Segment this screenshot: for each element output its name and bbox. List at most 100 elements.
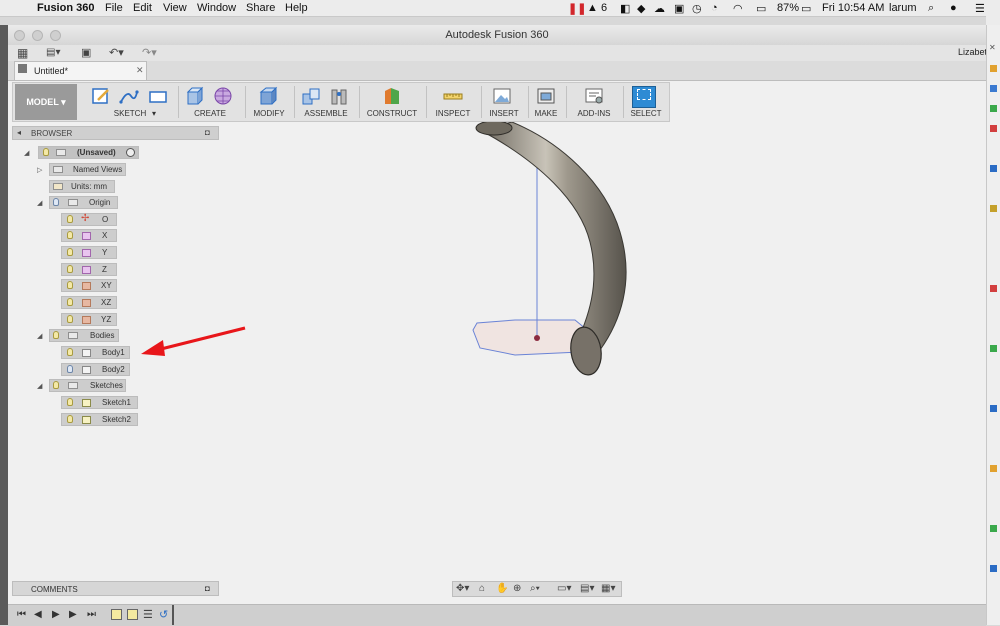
redo-icon[interactable]: ↷▾: [142, 46, 157, 59]
modify-group[interactable]: MODIFY: [249, 84, 289, 120]
timeline-end-icon[interactable]: ⏭: [87, 609, 96, 620]
origin-item-yz[interactable]: YZ: [61, 313, 117, 326]
visibility-bulb-icon[interactable]: [67, 415, 73, 423]
visibility-bulb-icon[interactable]: [67, 281, 73, 289]
create-sketch-icon[interactable]: [91, 86, 111, 106]
visibility-bulb-icon[interactable]: [67, 248, 73, 256]
menu-view[interactable]: View: [163, 2, 187, 14]
origin-item-xz[interactable]: XZ: [61, 296, 117, 309]
timeline-sweep-icon[interactable]: ↺: [159, 608, 168, 621]
timeline-play-icon[interactable]: ▶: [52, 609, 60, 620]
orbit-icon[interactable]: ✥▾: [456, 583, 469, 594]
insert-group[interactable]: INSERT: [484, 84, 524, 120]
document-tab[interactable]: Untitled* ✕: [14, 61, 147, 80]
pan-icon[interactable]: ✋: [496, 583, 508, 594]
3d-print-icon[interactable]: [536, 86, 556, 106]
origin-item-z[interactable]: Z: [61, 263, 117, 276]
timeline-feature-icon[interactable]: ☰: [143, 608, 153, 621]
evernote-icon[interactable]: ◧: [620, 2, 630, 15]
select-tool-icon[interactable]: [632, 86, 656, 108]
units-node[interactable]: Units: mm: [49, 180, 115, 193]
sketch-group[interactable]: SKETCH ▾: [88, 84, 172, 120]
visibility-bulb-icon[interactable]: [67, 231, 73, 239]
menubar-clock[interactable]: Fri 10:54 AM: [822, 2, 884, 14]
timeline-sketch-icon[interactable]: [111, 609, 122, 620]
expand-root-icon[interactable]: ◢: [24, 149, 29, 157]
browser-pin-icon[interactable]: ◘: [205, 128, 210, 137]
swept-body[interactable]: [478, 122, 627, 353]
timeline-back-icon[interactable]: ◀: [34, 609, 42, 620]
new-component-icon[interactable]: [301, 86, 321, 106]
activate-radio-icon[interactable]: [126, 148, 135, 157]
grid-snaps-icon[interactable]: ▤▾: [580, 583, 594, 594]
timeline-marker[interactable]: [172, 605, 174, 625]
joint-icon[interactable]: [329, 86, 349, 106]
cloud-icon[interactable]: ☁: [654, 2, 665, 15]
inspect-group[interactable]: INSPECT: [430, 84, 476, 120]
display-settings-icon[interactable]: ▭▾: [557, 583, 571, 594]
spotlight-icon[interactable]: ⌕: [928, 2, 934, 15]
zoom-icon[interactable]: ⊕: [513, 583, 521, 594]
expand-bodies-icon[interactable]: ◢: [37, 332, 42, 340]
origin-item-x[interactable]: X: [61, 229, 117, 242]
clock-icon[interactable]: ◷: [692, 2, 702, 15]
browser-root-node[interactable]: (Unsaved): [38, 146, 139, 159]
notification-center-icon[interactable]: ☰: [975, 2, 985, 15]
add-comment-icon[interactable]: ◘: [205, 584, 210, 593]
pause-icon[interactable]: ❚❚: [568, 2, 586, 15]
menu-edit[interactable]: Edit: [133, 2, 152, 14]
sketch-dropdown-icon[interactable]: ▾: [152, 109, 156, 118]
offset-plane-icon[interactable]: [382, 86, 402, 106]
sketch1-node[interactable]: Sketch1: [61, 396, 138, 409]
origin-node[interactable]: Origin: [49, 196, 118, 209]
line-tool-icon[interactable]: [119, 86, 139, 106]
workspace-switcher[interactable]: MODEL ▾: [15, 84, 77, 120]
menu-help[interactable]: Help: [285, 2, 308, 14]
select-group[interactable]: SELECT: [626, 84, 666, 120]
origin-item-y[interactable]: Y: [61, 246, 117, 259]
model-viewport[interactable]: [440, 122, 660, 382]
visibility-bulb-icon[interactable]: [67, 315, 73, 323]
insert-image-icon[interactable]: [492, 86, 512, 106]
timeline-forward-icon[interactable]: ▶: [69, 609, 77, 620]
origin-item-xy[interactable]: XY: [61, 279, 117, 292]
visibility-bulb-icon[interactable]: [53, 331, 59, 339]
measure-icon[interactable]: [443, 86, 463, 106]
browser-header[interactable]: ◂ BROWSER ◘: [12, 126, 219, 140]
visibility-bulb-icon[interactable]: [43, 148, 49, 156]
file-menu-icon[interactable]: ▤▾: [46, 47, 60, 58]
save-icon[interactable]: ▣: [81, 46, 91, 59]
window-titlebar[interactable]: Autodesk Fusion 360: [8, 25, 986, 46]
extrude-icon[interactable]: [185, 86, 205, 106]
menu-window[interactable]: Window: [197, 2, 236, 14]
visibility-bulb-icon[interactable]: [53, 198, 59, 206]
add-ins-group[interactable]: ADD-INS: [569, 84, 619, 120]
siri-icon[interactable]: ●: [950, 2, 957, 14]
visibility-bulb-icon[interactable]: [67, 398, 73, 406]
close-tab-icon[interactable]: ✕: [136, 65, 144, 76]
origin-item-o[interactable]: ✢ O: [61, 213, 117, 226]
adobe-icon[interactable]: ▲: [587, 2, 598, 14]
fit-icon[interactable]: ⌕▾: [530, 583, 540, 594]
visibility-bulb-icon[interactable]: [67, 215, 73, 223]
visibility-bulb-icon[interactable]: [67, 365, 73, 373]
assemble-group[interactable]: ASSEMBLE: [298, 84, 354, 120]
undo-icon[interactable]: ↶▾: [109, 46, 124, 59]
lock-icon[interactable]: ▣: [674, 2, 684, 15]
app-menu[interactable]: Fusion 360: [37, 2, 94, 14]
visibility-bulb-icon[interactable]: [67, 348, 73, 356]
browser-collapse-icon[interactable]: ◂: [17, 128, 21, 137]
look-at-icon[interactable]: ⌂: [479, 583, 485, 594]
sketches-node[interactable]: Sketches: [49, 379, 126, 392]
viewports-icon[interactable]: ▦▾: [601, 583, 615, 594]
battery-icon[interactable]: ▭: [801, 2, 811, 15]
construct-group[interactable]: CONSTRUCT: [363, 84, 421, 120]
rectangle-tool-icon[interactable]: [148, 86, 168, 106]
comments-panel[interactable]: COMMENTS ◘: [12, 581, 219, 596]
expand-named-views-icon[interactable]: ▷: [37, 166, 42, 174]
timeline-sketch-icon[interactable]: [127, 609, 138, 620]
body2-node[interactable]: Body2: [61, 363, 130, 376]
airplay-icon[interactable]: ▭: [756, 2, 766, 15]
visibility-bulb-icon[interactable]: [53, 381, 59, 389]
named-views-node[interactable]: Named Views: [49, 163, 126, 176]
